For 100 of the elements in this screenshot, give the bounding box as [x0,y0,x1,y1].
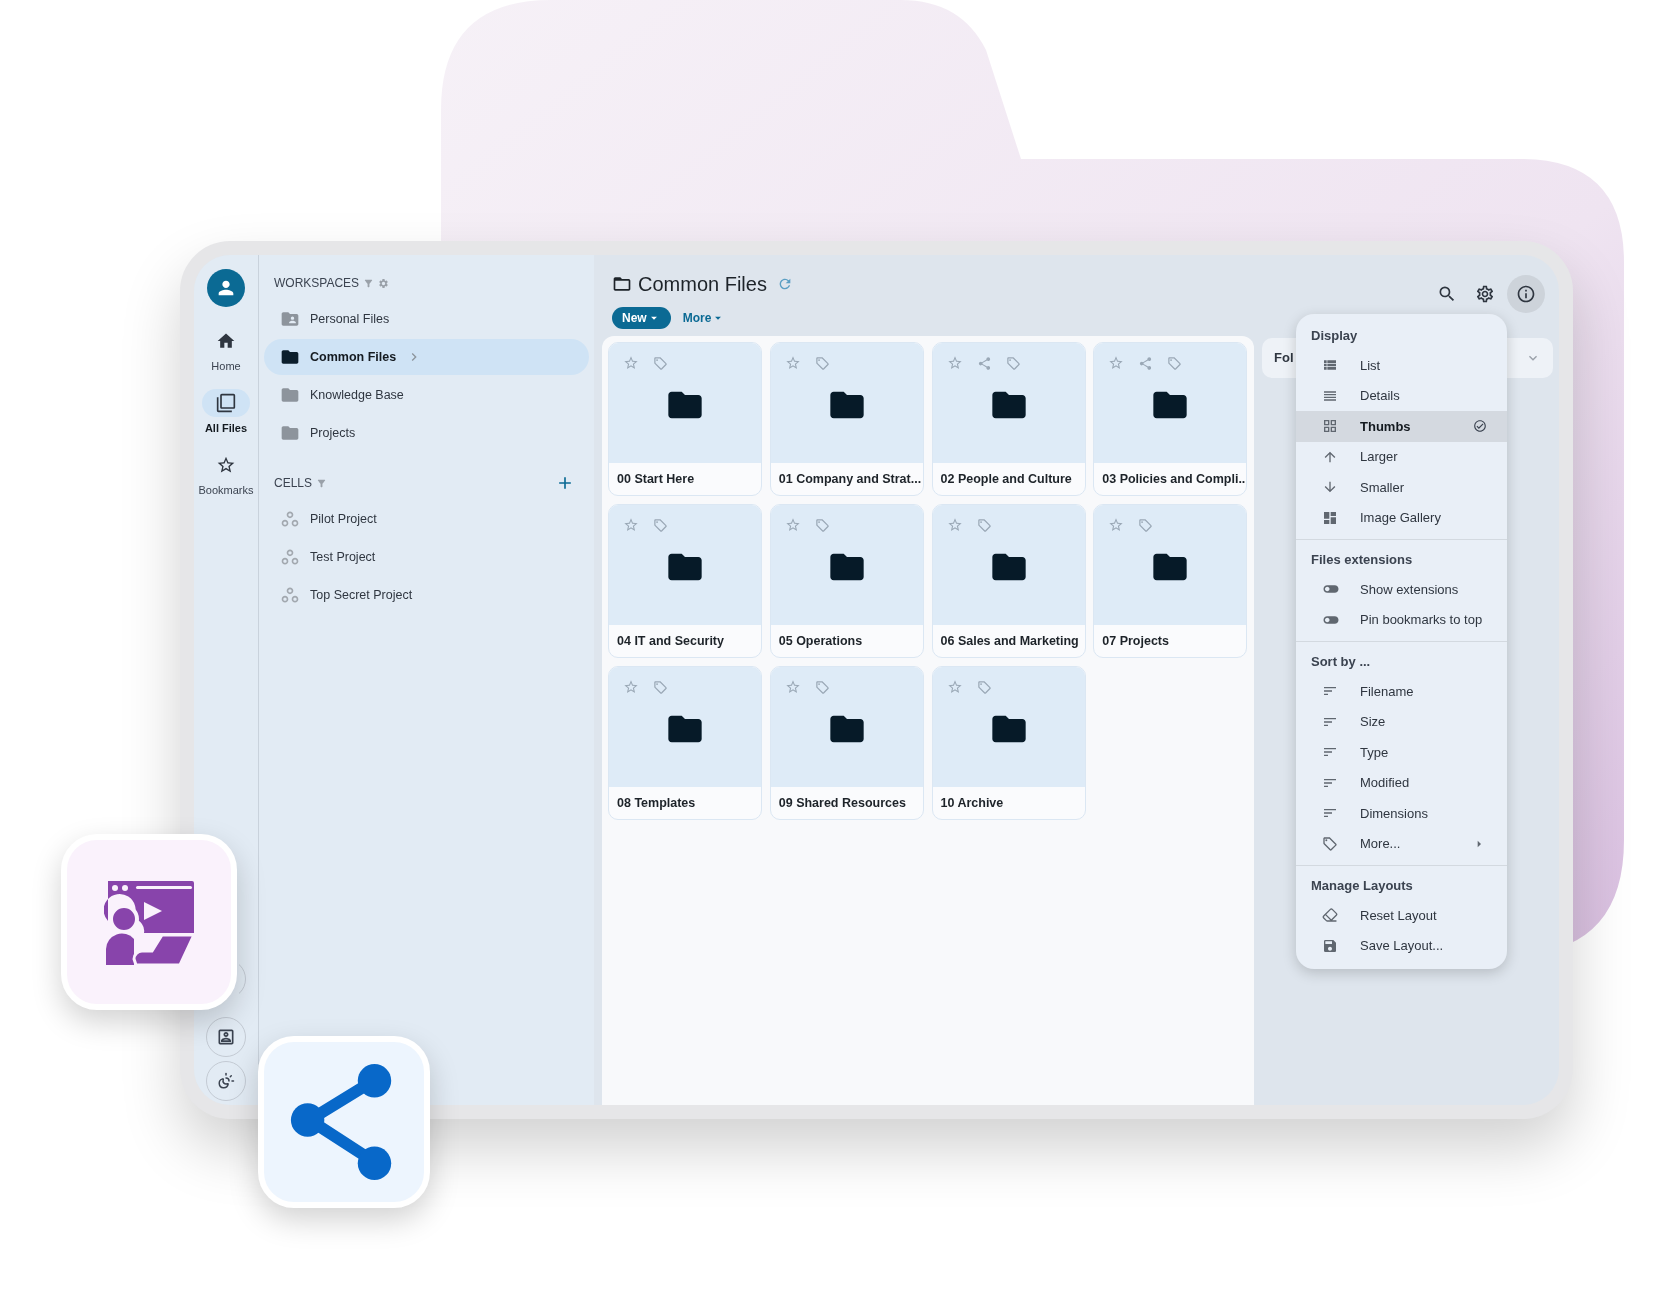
avatar[interactable] [207,269,245,307]
cell-icon [280,585,300,605]
tag-icon[interactable] [653,517,668,533]
search-icon[interactable] [1437,284,1457,304]
star-icon[interactable] [784,679,801,695]
menu-item[interactable]: More... [1296,828,1507,859]
folder-card[interactable]: 06 Sales and Marketing [931,504,1086,658]
folder-icon [280,385,300,405]
menu-item[interactable]: Smaller [1296,472,1507,503]
star-icon[interactable] [946,517,963,533]
person-folder-icon [280,309,300,329]
section-heading: WORKSPACES [274,275,360,292]
menu-item[interactable]: Type [1296,737,1507,768]
menu-section-title: Sort by ... [1311,653,1371,672]
menu-item[interactable]: Reset Layout [1296,900,1507,931]
tag-icon[interactable] [814,355,830,371]
tag-icon[interactable] [814,679,830,695]
tag-icon[interactable] [976,517,992,533]
folder-card[interactable]: 08 Templates [608,666,762,820]
folder-card[interactable]: 07 Projects [1093,504,1248,658]
folder-card[interactable]: 00 Start Here [608,342,762,496]
folder-card[interactable]: 09 Shared Resources [769,666,924,820]
workspace-item[interactable]: Knowledge Base [264,377,589,413]
rail-item[interactable]: Home [195,323,257,385]
folder-name: 03 Policies and Compli... [1102,470,1247,488]
star-icon[interactable] [623,517,639,533]
cell-item[interactable]: Test Project [264,539,589,575]
menu-item[interactable]: Show extensions [1296,574,1507,605]
moon-sun-icon [217,1072,235,1090]
menu-section-title: Display [1311,327,1358,346]
eraser-icon [1322,907,1338,924]
stacked-files-icon [216,393,236,413]
menu-item[interactable]: List [1296,350,1507,381]
star-icon[interactable] [1108,517,1125,533]
folder-card[interactable]: 03 Policies and Compli... [1093,342,1248,496]
star-icon [216,455,236,475]
star-icon[interactable] [623,679,639,695]
menu-section-title: Files extensions [1311,551,1413,570]
menu-item[interactable]: Thumbs [1296,411,1507,442]
portrait-icon [216,1027,236,1047]
filter-icon[interactable] [363,277,375,289]
tag-icon[interactable] [976,679,992,695]
cell-icon [280,509,300,529]
more-button[interactable]: More [682,307,726,329]
gallery-icon [1322,509,1338,526]
share-icon[interactable] [1138,355,1154,371]
tag-icon[interactable] [1167,355,1183,371]
tag-icon [1322,835,1338,852]
cell-icon [280,547,300,567]
menu-item[interactable]: Filename [1296,676,1507,707]
folder-name: 00 Start Here [617,470,695,488]
menu-item[interactable]: Save Layout... [1296,930,1507,961]
menu-item[interactable]: Larger [1296,441,1507,472]
save-icon [1322,937,1338,954]
star-icon[interactable] [784,517,801,533]
tag-icon[interactable] [653,679,668,695]
folder-card[interactable]: 04 IT and Security [608,504,762,658]
rail-item[interactable]: Bookmarks [195,447,257,509]
folder-card[interactable]: 01 Company and Strat... [769,342,924,496]
star-icon[interactable] [946,355,963,371]
folder-name: 09 Shared Resources [778,794,906,812]
filter-icon[interactable] [316,477,328,489]
info-icon [1516,284,1536,304]
info-button[interactable] [1507,275,1545,313]
workspace-item[interactable]: Projects [264,415,589,451]
menu-item[interactable]: Pin bookmarks to top [1296,604,1507,635]
folder-card[interactable]: 02 People and Culture [931,342,1086,496]
rail-item[interactable]: All Files [195,385,257,447]
workspace-item[interactable]: Common Files [264,339,589,375]
cell-item[interactable]: Top Secret Project [264,577,589,613]
menu-item[interactable]: Size [1296,706,1507,737]
folder-name: 02 People and Culture [940,470,1072,488]
folder-card[interactable]: 05 Operations [769,504,924,658]
check-icon [1473,419,1487,434]
grid-icon [1322,418,1338,435]
menu-item[interactable]: Image Gallery [1296,502,1507,533]
star-icon[interactable] [946,679,963,695]
tag-icon[interactable] [1138,517,1154,533]
menu-item[interactable]: Details [1296,380,1507,411]
folder-name: 06 Sales and Marketing [940,632,1079,650]
folder-name: 01 Company and Strat... [778,470,922,488]
menu-item[interactable]: Modified [1296,767,1507,798]
folder-name: 05 Operations [778,632,863,650]
share-icon[interactable] [976,355,992,371]
folder-icon [280,347,300,367]
page-title: Common Files [638,272,767,297]
workspace-item[interactable]: Personal Files [264,301,589,337]
tag-icon[interactable] [814,517,830,533]
star-icon[interactable] [1108,355,1125,371]
menu-item[interactable]: Dimensions [1296,798,1507,829]
star-icon[interactable] [784,355,801,371]
section-heading: CELLS [274,475,313,492]
settings-icon[interactable] [1475,284,1495,304]
cell-item[interactable]: Pilot Project [264,501,589,537]
tag-icon[interactable] [1005,355,1021,371]
star-icon[interactable] [623,355,639,371]
home-icon [216,331,236,351]
folder-card[interactable]: 10 Archive [931,666,1086,820]
new-button[interactable]: New [612,307,671,329]
tag-icon[interactable] [653,355,668,371]
